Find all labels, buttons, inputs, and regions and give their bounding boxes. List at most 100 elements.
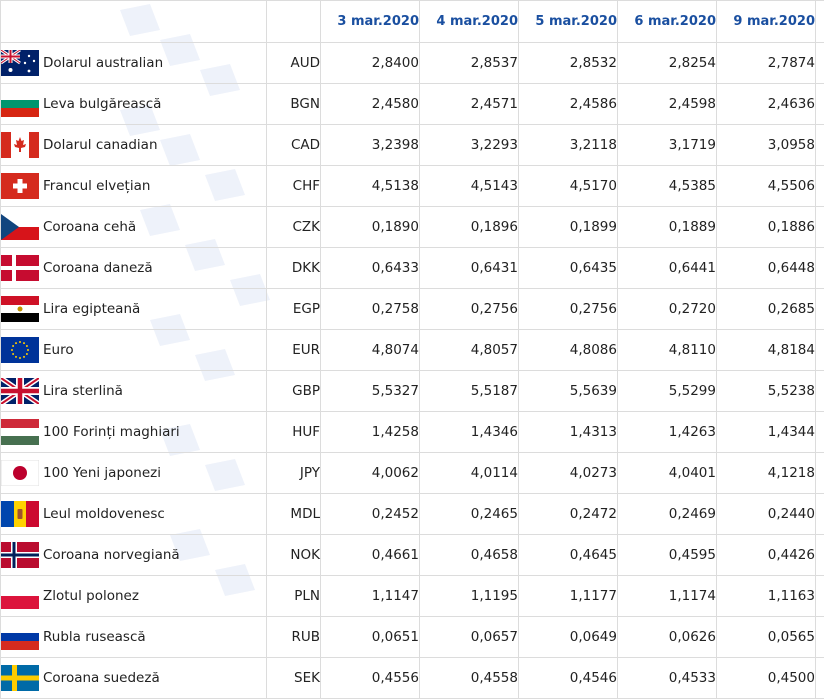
switzerland-flag-icon (1, 173, 39, 199)
currency-name: Lira sterlină (43, 383, 123, 399)
row-edge-cell (815, 206, 824, 248)
currency-name-cell: Leva bulgărească (0, 83, 267, 125)
row-edge-cell (815, 411, 824, 453)
table-row: Dolarul australian AUD 2,8400 2,8537 2,8532 2… (0, 42, 824, 84)
rate-value: 3,1719 (617, 124, 717, 166)
currency-name-cell: 100 Yeni japonezi (0, 452, 267, 494)
table-row: Coroana cehă CZK 0,1890 0,1896 0,1899 0,1889 0… (0, 206, 824, 248)
rate-value: 2,4571 (419, 83, 519, 125)
rate-value: 0,4595 (617, 534, 717, 576)
rate-value: 3,2293 (419, 124, 519, 166)
currency-name: Francul elvețian (43, 178, 151, 194)
date-column-header[interactable]: 6 mar.2020 (617, 0, 717, 43)
currency-code: HUF (266, 411, 321, 453)
table-row: Coroana daneză DKK 0,6433 0,6431 0,6435 0,644… (0, 247, 824, 289)
rate-value: 0,2756 (518, 288, 618, 330)
rate-value: 3,2398 (320, 124, 420, 166)
rate-value: 0,1899 (518, 206, 618, 248)
currency-code: PLN (266, 575, 321, 617)
table-row: Lira sterlină GBP 5,5327 5,5187 5,5639 5,5299… (0, 370, 824, 412)
table-row: Euro EUR 4,8074 4,8057 4,8086 4,8110 4,8184 (0, 329, 824, 371)
rate-value: 5,5238 (716, 370, 816, 412)
currency-name-cell: Leul moldovenesc (0, 493, 267, 535)
currency-name-cell: Dolarul australian (0, 42, 267, 84)
rate-value: 0,4661 (320, 534, 420, 576)
currency-code: NOK (266, 534, 321, 576)
rate-value: 2,8532 (518, 42, 618, 84)
currency-name: Rubla rusească (43, 629, 146, 645)
row-edge-cell (815, 124, 824, 166)
currency-name: Coroana daneză (43, 260, 153, 276)
denmark-flag-icon (1, 255, 39, 281)
currency-name-cell: Lira egipteană (0, 288, 267, 330)
rate-value: 1,4258 (320, 411, 420, 453)
rate-value: 0,6433 (320, 247, 420, 289)
rate-value: 0,4556 (320, 657, 420, 699)
rate-value: 4,5506 (716, 165, 816, 207)
egypt-flag-icon (1, 296, 39, 322)
rate-value: 0,0657 (419, 616, 519, 658)
rate-value: 4,8086 (518, 329, 618, 371)
rate-value: 0,0651 (320, 616, 420, 658)
rate-value: 0,4500 (716, 657, 816, 699)
row-edge-cell (815, 165, 824, 207)
table-row: Zlotul polonez PLN 1,1147 1,1195 1,1177 1,117… (0, 575, 824, 617)
rate-value: 0,6431 (419, 247, 519, 289)
date-column-header[interactable]: 3 mar.2020 (320, 0, 420, 43)
exchange-rates-table: 3 mar.2020 4 mar.2020 5 mar.2020 6 mar.2… (0, 0, 824, 699)
rate-value: 1,1147 (320, 575, 420, 617)
date-column-header[interactable]: 5 mar.2020 (518, 0, 618, 43)
currency-name: 100 Yeni japonezi (43, 465, 161, 481)
rate-value: 1,1174 (617, 575, 717, 617)
rate-value: 0,2452 (320, 493, 420, 535)
currency-name: Leul moldovenesc (43, 506, 165, 522)
rate-value: 0,0565 (716, 616, 816, 658)
currency-name-cell: Lira sterlină (0, 370, 267, 412)
date-column-header[interactable]: 4 mar.2020 (419, 0, 519, 43)
currency-name: Dolarul australian (43, 55, 164, 71)
currency-code: EGP (266, 288, 321, 330)
row-edge-cell (815, 370, 824, 412)
currency-name-cell: Francul elvețian (0, 165, 267, 207)
date-column-header[interactable]: 9 mar.2020 (716, 0, 816, 43)
rate-value: 2,4636 (716, 83, 816, 125)
rate-value: 5,5187 (419, 370, 519, 412)
table-row: Coroana norvegiană NOK 0,4661 0,4658 0,4645 0… (0, 534, 824, 576)
currency-name-cell: Rubla rusească (0, 616, 267, 658)
rate-value: 0,2758 (320, 288, 420, 330)
rate-value: 5,5327 (320, 370, 420, 412)
currency-code: CZK (266, 206, 321, 248)
table-row: Lira egipteană EGP 0,2758 0,2756 0,2756 0,272… (0, 288, 824, 330)
rate-value: 2,8400 (320, 42, 420, 84)
table-row: Leva bulgărească BGN 2,4580 2,4571 2,4586 2,4… (0, 83, 824, 125)
row-edge-cell (815, 42, 824, 84)
rate-value: 4,0114 (419, 452, 519, 494)
currency-name-cell: 100 Forinți maghiari (0, 411, 267, 453)
rate-value: 0,1889 (617, 206, 717, 248)
rate-value: 1,4263 (617, 411, 717, 453)
rate-value: 5,5639 (518, 370, 618, 412)
table-row: Leul moldovenesc MDL 0,2452 0,2465 0,2472 0,2… (0, 493, 824, 535)
currency-code: JPY (266, 452, 321, 494)
table-row: Coroana suedeză SEK 0,4556 0,4558 0,4546 0,45… (0, 657, 824, 699)
rate-value: 1,1195 (419, 575, 519, 617)
rate-value: 2,7874 (716, 42, 816, 84)
rate-value: 0,1886 (716, 206, 816, 248)
header-edge-cell (815, 0, 824, 43)
rate-value: 0,0626 (617, 616, 717, 658)
canada-flag-icon (1, 132, 39, 158)
table-row: 100 Yeni japonezi JPY 4,0062 4,0114 4,0273 4,… (0, 452, 824, 494)
row-edge-cell (815, 575, 824, 617)
rate-value: 1,1177 (518, 575, 618, 617)
sweden-flag-icon (1, 665, 39, 691)
table-row: Francul elvețian CHF 4,5138 4,5143 4,5170 4,5… (0, 165, 824, 207)
row-edge-cell (815, 493, 824, 535)
rate-value: 2,4580 (320, 83, 420, 125)
row-edge-cell (815, 534, 824, 576)
rate-value: 0,4558 (419, 657, 519, 699)
rate-value: 0,4546 (518, 657, 618, 699)
currency-name: Coroana norvegiană (43, 547, 180, 563)
rate-value: 1,1163 (716, 575, 816, 617)
currency-name-cell: Euro (0, 329, 267, 371)
currency-code: DKK (266, 247, 321, 289)
